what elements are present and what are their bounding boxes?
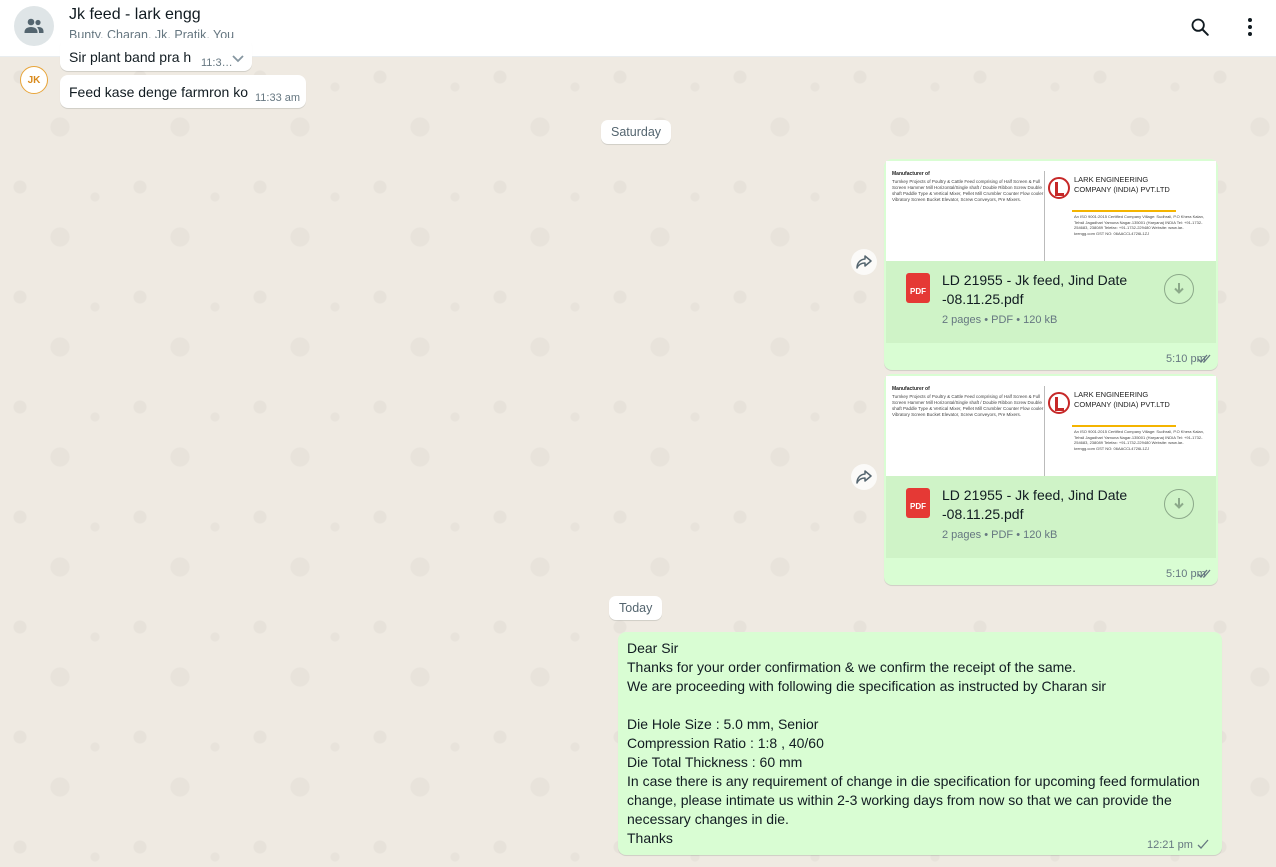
document-file[interactable]: PDF LD 21955 - Jk feed, Jind Date -08.11… bbox=[886, 476, 1216, 558]
date-chip-today: Today bbox=[609, 596, 663, 620]
meta-separator: • bbox=[984, 529, 989, 541]
forward-icon bbox=[856, 470, 872, 484]
message-time: 11:3… bbox=[201, 57, 233, 69]
date-chip-saturday: Saturday bbox=[601, 120, 672, 144]
preview-divider bbox=[1072, 210, 1176, 212]
search-icon bbox=[1191, 18, 1209, 36]
menu-button[interactable] bbox=[1235, 12, 1265, 42]
file-size: 120 kB bbox=[1023, 314, 1058, 326]
document-preview[interactable]: Manufacturer of Turnkey Projects of Poul… bbox=[886, 161, 1216, 263]
outgoing-message[interactable]: Dear Sir Thanks for your order confirmat… bbox=[618, 632, 1222, 855]
double-check-icon bbox=[1197, 354, 1211, 363]
document-message[interactable]: Manufacturer of Turnkey Projects of Poul… bbox=[884, 159, 1218, 370]
pdf-file-icon: PDF bbox=[906, 273, 930, 303]
company-logo-icon bbox=[1048, 392, 1070, 414]
sender-avatar-label: JK bbox=[27, 74, 41, 86]
file-meta: 2 pages • PDF • 120 kB bbox=[942, 314, 1057, 326]
double-check-icon bbox=[1197, 569, 1211, 578]
forward-button[interactable] bbox=[851, 464, 877, 490]
chevron-down-icon[interactable] bbox=[232, 55, 244, 63]
company-logo-icon bbox=[1048, 177, 1070, 199]
download-icon bbox=[1174, 283, 1184, 294]
forward-icon bbox=[856, 255, 872, 269]
incoming-message[interactable]: Sir plant band pra h 11:3… bbox=[60, 38, 252, 71]
preview-divider bbox=[1044, 386, 1045, 476]
single-check-icon bbox=[1197, 839, 1209, 849]
message-text: Feed kase denge farmron ko bbox=[69, 84, 248, 100]
kebab-menu-icon bbox=[1248, 18, 1252, 36]
chat-title[interactable]: Jk feed - lark engg bbox=[69, 6, 201, 24]
file-pages: 2 pages bbox=[942, 529, 982, 541]
preview-divider bbox=[1072, 425, 1176, 427]
file-type: PDF bbox=[991, 529, 1014, 541]
preview-divider bbox=[1044, 171, 1045, 261]
forward-button[interactable] bbox=[851, 249, 877, 275]
pdf-icon-label: PDF bbox=[910, 286, 926, 296]
preview-description: Manufacturer of Turnkey Projects of Poul… bbox=[892, 386, 1048, 418]
preview-address: An ISO 9001:2015 Certified Company Villa… bbox=[1074, 429, 1204, 451]
meta-separator: • bbox=[1016, 529, 1021, 541]
message-text: Sir plant band pra h bbox=[69, 49, 192, 65]
document-preview[interactable]: Manufacturer of Turnkey Projects of Poul… bbox=[886, 376, 1216, 478]
pdf-file-icon: PDF bbox=[906, 488, 930, 518]
incoming-message[interactable]: Feed kase denge farmron ko 11:33 am bbox=[60, 75, 306, 108]
group-icon bbox=[24, 18, 44, 33]
message-time: 11:33 am bbox=[255, 92, 301, 104]
file-size: 120 kB bbox=[1023, 529, 1058, 541]
file-name: LD 21955 - Jk feed, Jind Date -08.11.25.… bbox=[942, 272, 1128, 307]
file-pages: 2 pages bbox=[942, 314, 982, 326]
message-time: 12:21 pm bbox=[1147, 839, 1193, 851]
preview-company: LARK ENGINEERING COMPANY (INDIA) PVT.LTD bbox=[1074, 390, 1170, 409]
download-button[interactable] bbox=[1164, 274, 1194, 304]
download-icon bbox=[1174, 498, 1184, 509]
message-text: Dear Sir Thanks for your order confirmat… bbox=[627, 640, 1200, 846]
file-type: PDF bbox=[991, 314, 1014, 326]
preview-address: An ISO 9001:2015 Certified Company Villa… bbox=[1074, 214, 1204, 236]
preview-heading: Manufacturer of bbox=[892, 386, 930, 392]
file-meta: 2 pages • PDF • 120 kB bbox=[942, 529, 1057, 541]
preview-company: LARK ENGINEERING COMPANY (INDIA) PVT.LTD bbox=[1074, 175, 1170, 194]
preview-body: Turnkey Projects of Poultry & Cattle Fee… bbox=[892, 179, 1044, 202]
document-file[interactable]: PDF LD 21955 - Jk feed, Jind Date -08.11… bbox=[886, 261, 1216, 343]
download-button[interactable] bbox=[1164, 489, 1194, 519]
group-avatar[interactable] bbox=[14, 6, 54, 46]
pdf-icon-label: PDF bbox=[910, 501, 926, 511]
document-message[interactable]: Manufacturer of Turnkey Projects of Poul… bbox=[884, 374, 1218, 585]
preview-body: Turnkey Projects of Poultry & Cattle Fee… bbox=[892, 394, 1044, 417]
search-button[interactable] bbox=[1185, 12, 1215, 42]
file-name: LD 21955 - Jk feed, Jind Date -08.11.25.… bbox=[942, 487, 1128, 522]
meta-separator: • bbox=[1016, 314, 1021, 326]
meta-separator: • bbox=[984, 314, 989, 326]
preview-description: Manufacturer of Turnkey Projects of Poul… bbox=[892, 171, 1048, 203]
preview-heading: Manufacturer of bbox=[892, 171, 930, 177]
sender-avatar[interactable]: JK bbox=[20, 66, 48, 94]
